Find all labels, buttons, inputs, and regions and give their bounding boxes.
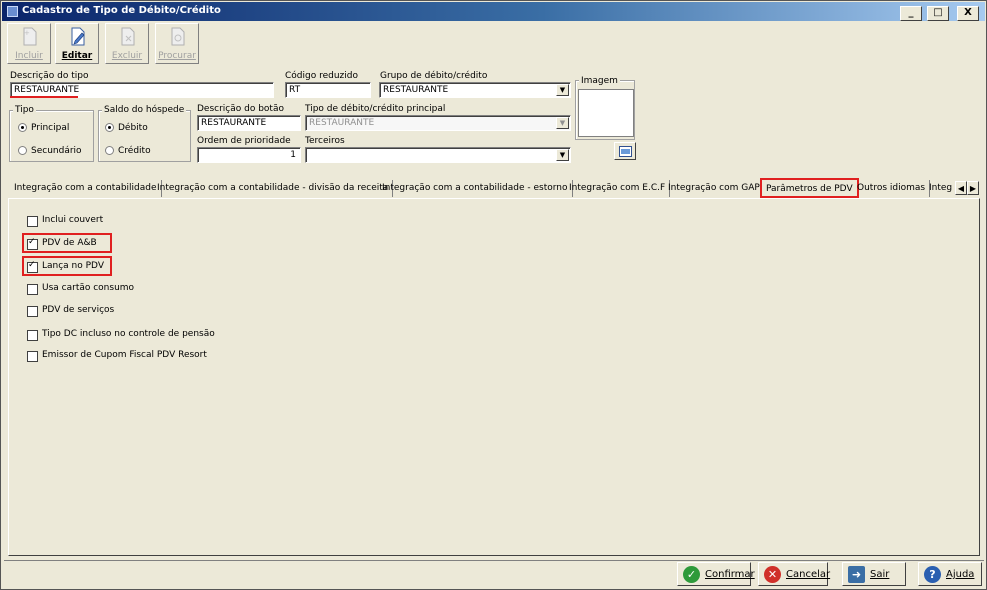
grupo-select-value: RESTAURANTE bbox=[383, 85, 449, 95]
tipo-secundario-radio[interactable] bbox=[18, 146, 27, 155]
pdv-ab-label: PDV de A&B bbox=[42, 238, 97, 248]
descricao-tipo-label: Descrição do tipo bbox=[10, 71, 89, 81]
ajuda-button[interactable]: ? Ajuda bbox=[918, 562, 982, 586]
tipo-dc-pensao-checkbox[interactable] bbox=[27, 330, 38, 341]
help-circle-icon: ? bbox=[924, 566, 941, 583]
app-icon bbox=[7, 6, 18, 17]
imagem-label: Imagem bbox=[579, 76, 620, 86]
emissor-cupom-checkbox[interactable] bbox=[27, 351, 38, 362]
excluir-button[interactable]: Excluir bbox=[105, 23, 149, 64]
descricao-botao-label: Descrição do botão bbox=[197, 104, 284, 114]
new-document-icon: + bbox=[23, 27, 37, 46]
inclui-couvert-checkbox[interactable] bbox=[27, 216, 38, 227]
tab-integ[interactable]: Integ bbox=[925, 180, 957, 197]
lanca-pdv-checkbox[interactable] bbox=[27, 260, 38, 273]
excluir-label: Excluir bbox=[111, 51, 143, 61]
tab-gap[interactable]: Integração com GAP bbox=[664, 180, 765, 197]
tab-scroll-right-button[interactable]: ▶ bbox=[967, 181, 979, 195]
arrow-left-icon: ◀ bbox=[957, 184, 965, 193]
chevron-down-icon[interactable]: ▼ bbox=[556, 117, 569, 129]
chevron-down-icon[interactable]: ▼ bbox=[556, 84, 569, 96]
cancelar-label: Cancelar bbox=[786, 569, 831, 580]
tipo-label: Tipo bbox=[13, 105, 36, 115]
exit-door-icon: ➜ bbox=[848, 566, 865, 583]
sair-label: Sair bbox=[870, 569, 890, 580]
ordem-input[interactable]: 1 bbox=[197, 147, 301, 163]
editar-button[interactable]: Editar bbox=[55, 23, 99, 64]
sair-button[interactable]: ➜ Sair bbox=[842, 562, 906, 586]
arrow-right-icon: ▶ bbox=[969, 184, 977, 193]
toolbar: + Incluir Editar Excluir Procurar bbox=[4, 22, 984, 65]
tab-divisao-receita[interactable]: Integração com a contabilidade - divisão… bbox=[153, 180, 394, 197]
saldo-debito-radio[interactable] bbox=[105, 123, 114, 132]
title-bar[interactable]: Cadastro de Tipo de Débito/Crédito _ □ X bbox=[2, 2, 985, 21]
grupo-label: Grupo de débito/crédito bbox=[380, 71, 488, 81]
tipo-principal-select[interactable]: RESTAURANTE ▼ bbox=[305, 115, 571, 131]
minimize-button[interactable]: _ bbox=[900, 6, 922, 21]
grupo-select[interactable]: RESTAURANTE ▼ bbox=[379, 82, 571, 98]
saldo-debito-label: Débito bbox=[118, 123, 148, 133]
descricao-botao-input[interactable]: RESTAURANTE bbox=[197, 115, 301, 131]
procurar-button[interactable]: Procurar bbox=[155, 23, 199, 64]
chevron-down-icon[interactable]: ▼ bbox=[556, 149, 569, 161]
saldo-label: Saldo do hóspede bbox=[102, 105, 187, 115]
procurar-label: Procurar bbox=[158, 51, 196, 61]
ordem-label: Ordem de prioridade bbox=[197, 136, 291, 146]
pdv-ab-checkbox[interactable] bbox=[27, 237, 38, 250]
tipo-principal-select-label: Tipo de débito/crédito principal bbox=[305, 104, 446, 114]
usa-cartao-consumo-label: Usa cartão consumo bbox=[42, 283, 135, 293]
close-button[interactable]: X bbox=[957, 6, 979, 21]
tipo-secundario-label: Secundário bbox=[31, 146, 82, 156]
ajuda-label: Ajuda bbox=[946, 569, 975, 580]
lanca-pdv-label: Lança no PDV bbox=[42, 261, 104, 271]
image-preview bbox=[578, 89, 634, 137]
cancel-circle-icon: ✕ bbox=[764, 566, 781, 583]
saldo-credito-radio[interactable] bbox=[105, 146, 114, 155]
image-picker-button[interactable] bbox=[614, 142, 636, 160]
picture-icon bbox=[619, 146, 632, 157]
tipo-principal-select-value: RESTAURANTE bbox=[309, 118, 375, 128]
check-circle-icon: ✓ bbox=[683, 566, 700, 583]
confirmar-button[interactable]: ✓ Confirmar bbox=[677, 562, 755, 586]
delete-document-icon bbox=[121, 27, 135, 46]
inclui-couvert-label: Inclui couvert bbox=[42, 215, 104, 225]
incluir-button[interactable]: + Incluir bbox=[7, 23, 51, 64]
incluir-label: Incluir bbox=[15, 51, 43, 61]
bottom-bar bbox=[4, 560, 984, 588]
cancelar-button[interactable]: ✕ Cancelar bbox=[758, 562, 831, 586]
confirmar-label: Confirmar bbox=[705, 569, 755, 580]
tab-estorno[interactable]: Integração com a contabilidade - estorno bbox=[378, 180, 573, 197]
saldo-credito-label: Crédito bbox=[118, 146, 151, 156]
terceiros-label: Terceiros bbox=[305, 136, 345, 146]
tab-outros-idiomas[interactable]: Outros idiomas bbox=[853, 180, 931, 197]
tab-panel-parametros-pdv bbox=[8, 198, 980, 556]
tipo-dc-pensao-label: Tipo DC incluso no controle de pensão bbox=[42, 329, 215, 339]
window-title: Cadastro de Tipo de Débito/Crédito bbox=[22, 5, 221, 16]
svg-text:+: + bbox=[24, 29, 30, 37]
tab-ecf[interactable]: Integração com E.C.F bbox=[565, 180, 671, 197]
search-document-icon bbox=[171, 27, 185, 46]
editar-label: Editar bbox=[61, 51, 93, 61]
highlight-underline bbox=[10, 96, 78, 98]
codigo-reduzido-input[interactable]: RT bbox=[285, 82, 371, 98]
tab-parametros-pdv[interactable]: Parâmetros de PDV bbox=[760, 178, 859, 198]
emissor-cupom-label: Emissor de Cupom Fiscal PDV Resort bbox=[42, 350, 207, 360]
terceiros-select[interactable]: ▼ bbox=[305, 147, 571, 163]
usa-cartao-consumo-checkbox[interactable] bbox=[27, 284, 38, 295]
edit-pencil-icon bbox=[71, 27, 85, 46]
tab-integracao-contabilidade[interactable]: Integração com a contabilidade bbox=[10, 180, 162, 197]
pdv-servicos-label: PDV de serviços bbox=[42, 305, 115, 315]
codigo-reduzido-label: Código reduzido bbox=[285, 71, 358, 81]
pdv-servicos-checkbox[interactable] bbox=[27, 306, 38, 317]
maximize-button[interactable]: □ bbox=[927, 6, 949, 21]
tipo-principal-radio[interactable] bbox=[18, 123, 27, 132]
tab-scroll-left-button[interactable]: ◀ bbox=[955, 181, 967, 195]
tipo-principal-label: Principal bbox=[31, 123, 70, 133]
